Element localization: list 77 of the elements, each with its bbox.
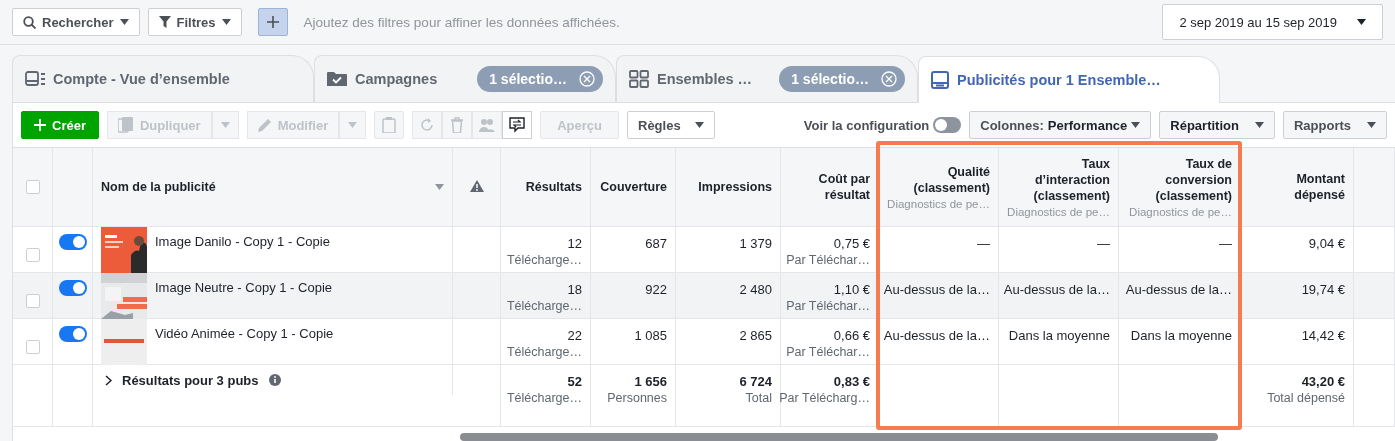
total-label: Résultats pour 3 pubs bbox=[122, 372, 259, 388]
table-cell: 0,83 € bbox=[833, 374, 870, 389]
table-cell: Au-dessus de la… bbox=[1125, 282, 1232, 297]
table-cell: — bbox=[1097, 236, 1110, 251]
tab[interactable]: Ensembles … 1 sélectio… bbox=[616, 55, 918, 102]
table-cell: 12 bbox=[567, 236, 582, 251]
table-cell: 1 085 bbox=[634, 328, 667, 343]
tab-label: Compte - Vue d’ensemble bbox=[53, 71, 230, 87]
columns-button[interactable]: Colonnes: Performance bbox=[969, 111, 1152, 139]
column-header[interactable]: Impressions bbox=[698, 179, 772, 195]
table-cell: 43,20 € bbox=[1301, 374, 1345, 389]
badge-text: 1 sélectio… bbox=[489, 71, 567, 87]
cell-subtext: Total bbox=[745, 391, 772, 405]
column-header[interactable]: Coût par résultat bbox=[789, 171, 870, 203]
column-header[interactable]: Résultats bbox=[525, 179, 582, 195]
table-cell: Au-dessus de la… bbox=[883, 328, 990, 343]
columns-label: Colonnes: bbox=[980, 117, 1044, 133]
columns-value: Performance bbox=[1047, 117, 1128, 133]
cell-subtext: Personnes bbox=[607, 391, 667, 405]
column-header[interactable]: Montant dépensé bbox=[1249, 171, 1345, 203]
table-cell: Dans la moyenne bbox=[1130, 328, 1232, 343]
table-cell: 687 bbox=[645, 236, 667, 251]
config-label: Voir la configuration bbox=[803, 117, 930, 133]
table-cell: 6 724 bbox=[739, 374, 772, 389]
table-cell: — bbox=[977, 236, 990, 251]
cell-subtext: Par Téléchar… bbox=[786, 299, 870, 313]
table-cell: — bbox=[1219, 236, 1232, 251]
column-header[interactable]: Qualité (classement) bbox=[887, 164, 990, 196]
cell-subtext: Par Téléchar… bbox=[786, 253, 870, 267]
table-cell: 52 bbox=[567, 374, 582, 389]
date-range-button[interactable]: 2 sep 2019 au 15 sep 2019 bbox=[1162, 4, 1383, 40]
filters-button[interactable]: Filtres bbox=[147, 8, 242, 36]
table-cell: 2 865 bbox=[739, 328, 772, 343]
breakdown-button[interactable]: Répartition bbox=[1159, 111, 1275, 139]
column-header[interactable]: Taux d’interaction (classement) bbox=[1007, 156, 1110, 204]
column-subheader: Diagnostics de pe… bbox=[887, 198, 990, 210]
table-cell: 922 bbox=[645, 282, 667, 297]
reports-button[interactable]: Rapports bbox=[1282, 111, 1387, 139]
tab-label: Ensembles … bbox=[657, 71, 753, 87]
tab[interactable]: Compte - Vue d’ensemble bbox=[12, 55, 314, 102]
table-cell: 9,04 € bbox=[1308, 236, 1345, 251]
table-cell: 1 656 bbox=[634, 374, 667, 389]
tab[interactable]: Campagnes 1 sélectio… bbox=[314, 55, 616, 102]
ad-name[interactable]: Image Neutre - Copy 1 - Copie bbox=[155, 273, 333, 295]
rules-button[interactable]: Règles bbox=[627, 111, 715, 139]
tab[interactable]: Publicités pour 1 Ensemble… bbox=[918, 56, 1220, 103]
column-header[interactable]: Couverture bbox=[600, 179, 667, 195]
table-cell: 14,42 € bbox=[1301, 328, 1345, 343]
table-cell: Au-dessus de la… bbox=[883, 282, 990, 297]
search-button[interactable]: Rechercher bbox=[12, 8, 140, 36]
ad-name[interactable]: Image Danilo - Copy 1 - Copie bbox=[155, 227, 330, 249]
cell-subtext: Télécharge… bbox=[506, 253, 582, 267]
table-cell: 2 480 bbox=[739, 282, 772, 297]
tab-label: Publicités pour 1 Ensemble… bbox=[957, 72, 1161, 88]
cell-subtext: Par Téléchar… bbox=[786, 345, 870, 359]
cell-subtext: Télécharge… bbox=[506, 391, 582, 405]
table-cell: 22 bbox=[567, 328, 582, 343]
tab-label: Campagnes bbox=[355, 71, 438, 87]
ad-name[interactable]: Vidéo Animée - Copy 1 - Copie bbox=[155, 319, 334, 341]
table-cell: Au-dessus de la… bbox=[1003, 282, 1110, 297]
table-cell: 19,74 € bbox=[1301, 282, 1345, 297]
column-subheader: Diagnostics de pe… bbox=[1007, 206, 1110, 218]
column-header[interactable]: Taux de conversion (classement) bbox=[1127, 156, 1232, 204]
cell-subtext: Par Télécharg… bbox=[779, 391, 870, 405]
badge-text: 1 sélectio… bbox=[791, 71, 869, 87]
column-subheader: Diagnostics de pe… bbox=[1129, 206, 1232, 218]
cell-subtext: Total dépensé bbox=[1267, 391, 1345, 405]
table-cell: 1 379 bbox=[739, 236, 772, 251]
cell-subtext: Télécharge… bbox=[506, 299, 582, 313]
column-header[interactable]: Nom de la publicité bbox=[101, 179, 216, 195]
table-cell: 1,10 € bbox=[833, 282, 870, 297]
hint-text: Ajoutez des filtres pour affiner les données affichées. bbox=[303, 14, 620, 30]
table-cell: 18 bbox=[567, 282, 582, 297]
table-cell: Dans la moyenne bbox=[1008, 328, 1110, 343]
cell-subtext: Télécharge… bbox=[506, 345, 582, 359]
table-cell: 0,75 € bbox=[833, 236, 870, 251]
table-cell: 0,66 € bbox=[833, 328, 870, 343]
